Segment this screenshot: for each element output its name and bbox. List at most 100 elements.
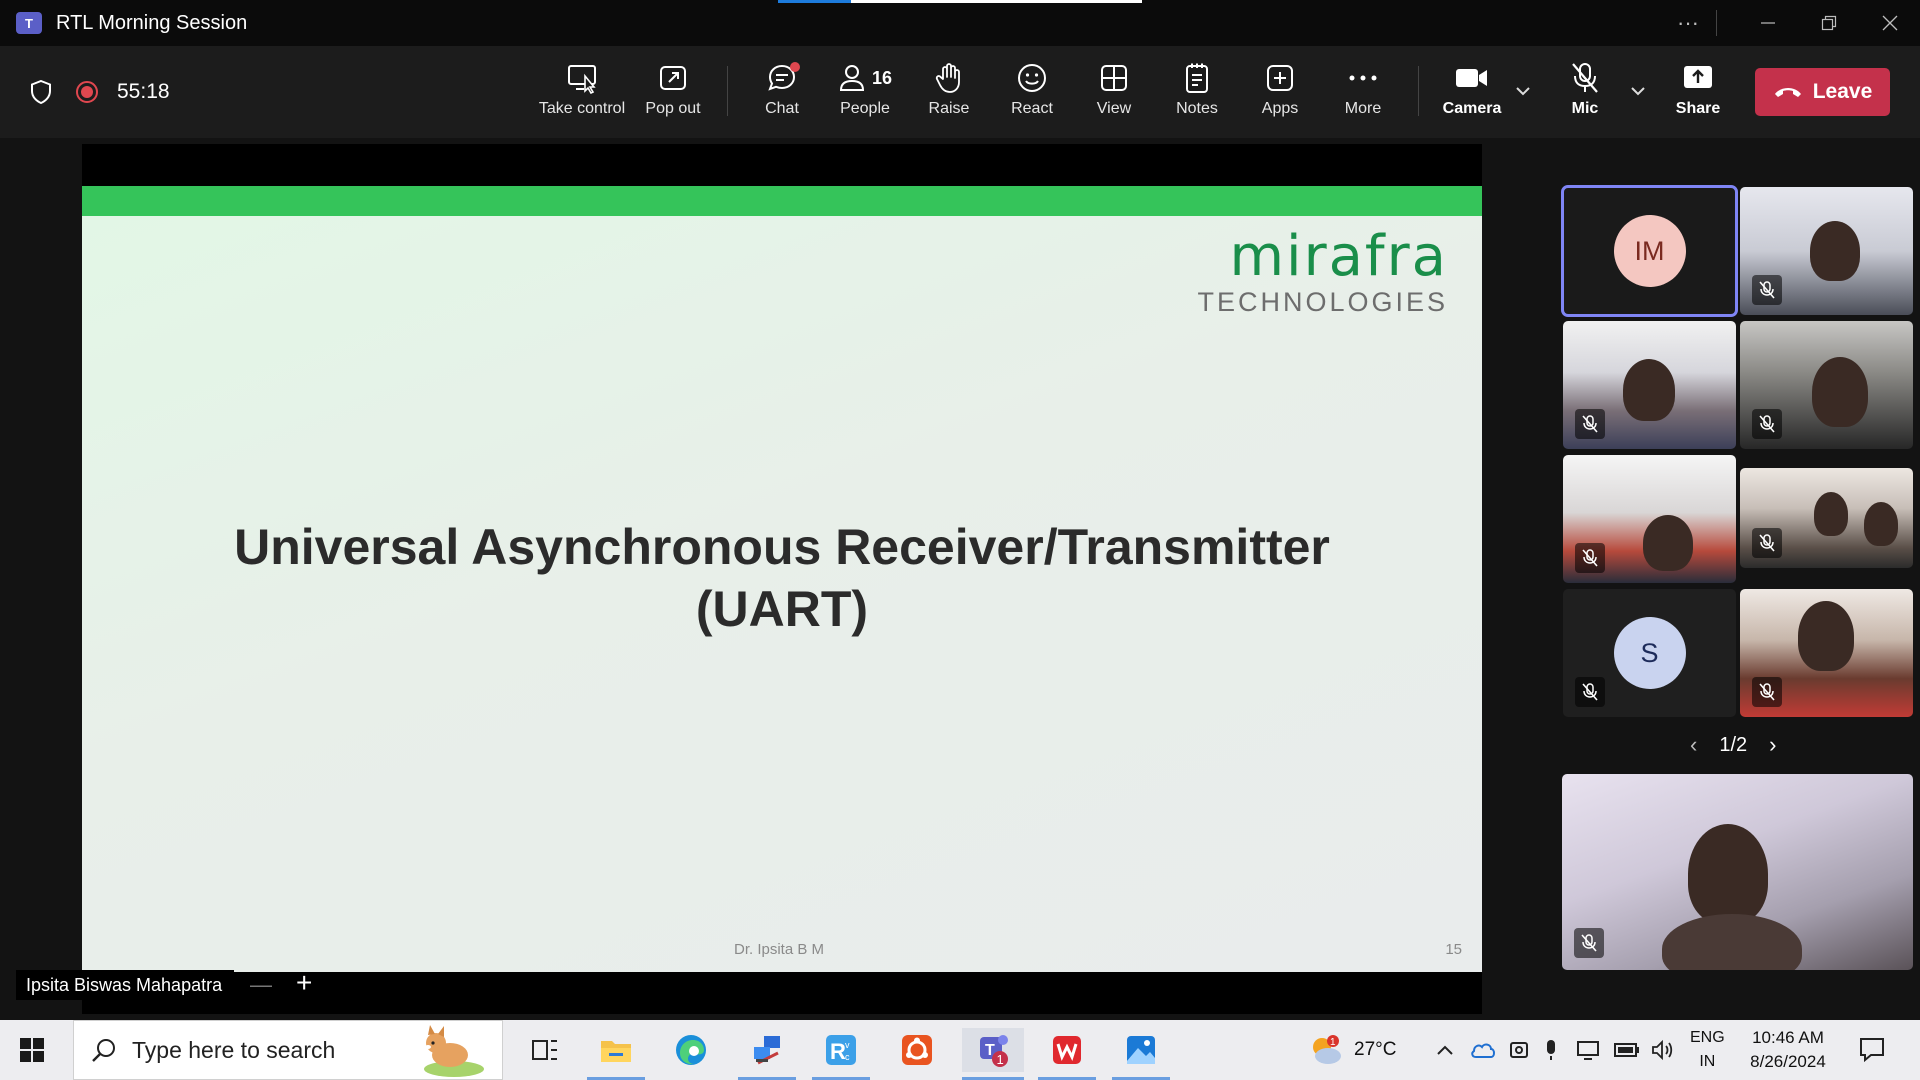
share-button[interactable]: Share [1672,58,1724,128]
weather-widget[interactable]: 1 27°C [1308,1020,1396,1080]
show-hidden-icons-button[interactable] [1436,1020,1454,1080]
photos-icon [1127,1036,1155,1064]
participant-video-tile[interactable] [1563,321,1736,449]
take-control-button[interactable]: Take control [536,58,628,128]
leave-button[interactable]: Leave [1755,68,1890,116]
notes-button[interactable]: Notes [1168,58,1226,128]
participant-video-tile[interactable] [1740,468,1913,568]
presenter-name: Ipsita Biswas Mahapatra [26,974,223,995]
call-progress-bar [778,0,1142,3]
mic-muted-icon [1752,275,1782,305]
rvc-app-button[interactable]: Rvc [812,1028,870,1080]
more-button[interactable]: More [1334,58,1392,128]
titlebar-divider [1714,0,1718,46]
title-bar: T RTL Morning Session ··· [0,0,1920,46]
task-view-icon [532,1040,557,1060]
zoom-in-button[interactable]: + [296,967,312,999]
raise-hand-icon [935,63,960,93]
people-count: 16 [871,67,893,88]
mic-muted-icon [1575,409,1605,439]
participant-video [1810,221,1860,281]
volume-button[interactable] [1650,1020,1674,1080]
participant-video-tile[interactable] [1740,321,1913,449]
speaker-icon [1652,1039,1673,1061]
system-clock[interactable]: 10:46 AM 8/26/2024 [1728,1026,1848,1074]
slide-title-line-2: (UART) [695,581,869,637]
share-label: Share [1675,100,1721,117]
people-icon [839,65,864,91]
meeting-timer: 55:18 [117,80,170,103]
chevron-left-icon[interactable]: ‹ [1690,732,1697,758]
task-view-button[interactable] [516,1028,574,1072]
weather-temperature: 27°C [1354,1039,1397,1060]
minimize-button[interactable] [1738,0,1798,46]
mic-options-chevron-icon[interactable] [1630,80,1646,101]
search-icon [90,1036,118,1064]
hang-up-icon [1774,88,1801,97]
pop-out-button[interactable]: Pop out [638,58,708,128]
wps-office-button[interactable] [1038,1028,1096,1080]
weather-badge: 1 [1330,1037,1336,1048]
camera-options-chevron-icon[interactable] [1515,80,1531,101]
participant-video-tile[interactable] [1740,187,1913,315]
close-button[interactable] [1860,0,1920,46]
microphone-icon [1547,1040,1555,1060]
company-logo: mirafra TECHNOLOGIES [1197,224,1448,318]
file-explorer-icon [601,1041,631,1062]
apps-button[interactable]: Apps [1251,58,1309,128]
input-language-indicator[interactable]: ENG IN [1690,1026,1725,1074]
edge-browser-icon [676,1035,706,1065]
logo-wordmark: mirafra [1229,224,1448,289]
participant-video [1643,515,1693,571]
clock-date: 8/26/2024 [1750,1052,1826,1071]
teams-app-button[interactable]: T1 [962,1028,1024,1080]
language-code: ENG [1690,1029,1725,1046]
search-highlight-dog-icon [424,1025,484,1077]
participant-video [1623,359,1675,421]
network-button[interactable] [1576,1020,1602,1080]
people-button[interactable]: 16 People [828,58,902,128]
self-video-tile[interactable] [1562,774,1913,970]
restore-button[interactable] [1798,0,1860,46]
camera-button[interactable]: Camera [1438,58,1506,128]
meet-now-button[interactable] [1508,1020,1530,1080]
svg-text:R: R [830,1039,846,1064]
apps-label: Apps [1261,100,1299,117]
participant-video-tile[interactable] [1563,455,1736,583]
raise-hand-button[interactable]: Raise [920,58,978,128]
photos-app-button[interactable] [1112,1028,1170,1080]
mic-button[interactable]: Mic [1560,58,1610,128]
mic-muted-icon [1752,677,1782,707]
chevron-right-icon[interactable]: › [1769,732,1776,758]
participant-tile[interactable]: IM [1561,185,1738,317]
window-more-button[interactable]: ··· [1662,0,1714,46]
restore-icon [1821,15,1837,31]
network-app-button[interactable] [738,1028,796,1080]
notes-label: Notes [1176,100,1218,117]
mic-muted-icon [1752,409,1782,439]
participant-video [1798,601,1854,671]
view-button[interactable]: View [1086,58,1142,128]
notification-center-icon[interactable] [1858,1036,1886,1062]
react-button[interactable]: React [1002,58,1062,128]
avatar: IM [1613,215,1686,287]
mic-label: Mic [1571,100,1599,117]
participant-video-tile[interactable] [1740,589,1913,717]
shield-icon[interactable] [30,80,52,104]
zoom-out-button[interactable]: — [250,972,272,998]
participant-tile[interactable]: S [1563,589,1736,717]
edge-browser-button[interactable] [662,1028,720,1072]
network-ethernet-icon [1577,1041,1599,1060]
chat-button[interactable]: Chat [752,58,812,128]
taskbar-search-box[interactable]: Type here to search [73,1020,503,1080]
windows-start-icon[interactable] [20,1038,44,1062]
weather-cloud-sun-icon: 1 [1313,1035,1341,1064]
mic-muted-icon [1575,677,1605,707]
onedrive-button[interactable] [1470,1020,1496,1080]
battery-button[interactable] [1614,1020,1640,1080]
svg-text:c: c [845,1052,850,1062]
microphone-in-use-button[interactable] [1544,1020,1558,1080]
windows-taskbar: Type here to search Rvc T1 1 27°C ENG IN… [0,1020,1920,1080]
ubuntu-app-button[interactable] [888,1028,946,1072]
file-explorer-button[interactable] [587,1028,645,1080]
